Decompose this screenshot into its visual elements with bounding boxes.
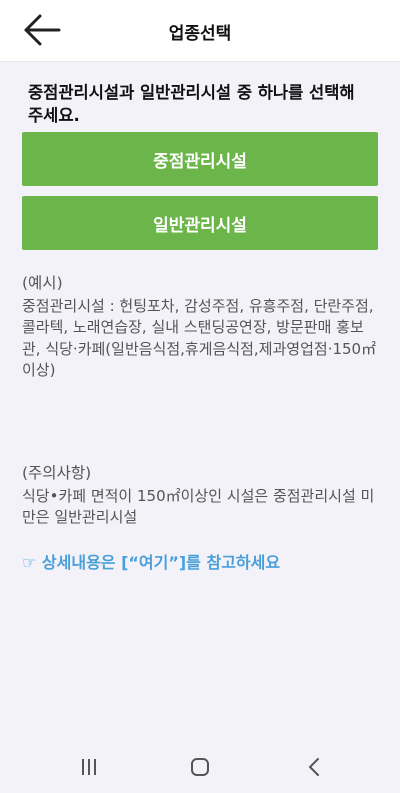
priority-facility-button[interactable]: 중점관리시설 bbox=[22, 132, 378, 186]
home-icon[interactable] bbox=[185, 756, 215, 778]
notes-body: 식당•카페 면적이 150㎡이상인 시설은 중점관리시설 미만은 일반관리시설 bbox=[22, 486, 375, 527]
examples-heading: (예시) bbox=[22, 274, 63, 292]
notes-heading: (주의사항) bbox=[22, 464, 92, 482]
general-facility-button[interactable]: 일반관리시설 bbox=[22, 196, 378, 250]
nav-back-icon[interactable] bbox=[300, 756, 330, 778]
page-title: 업종선택 bbox=[168, 24, 232, 44]
notes-section: (주의사항) 식당•카페 면적이 150㎡이상인 시설은 중점관리시설 미만은 … bbox=[22, 463, 382, 529]
examples-section: (예시) 중점관리시설 : 헌팅포차, 감성주점, 유흥주점, 단란주점, 콜라… bbox=[22, 273, 382, 382]
system-navigation-bar bbox=[0, 738, 400, 793]
instruction-text: 중점관리시설과 일반관리시설 중 하나를 선택해 주세요. bbox=[28, 83, 355, 125]
details-link[interactable]: ☞ 상세내용은 [“여기”]를 참고하세요 bbox=[22, 549, 280, 573]
recents-icon[interactable] bbox=[74, 756, 104, 778]
top-app-bar: 업종선택 bbox=[0, 0, 400, 62]
examples-body: 중점관리시설 : 헌팅포차, 감성주점, 유흥주점, 단란주점, 콜라텍, 노래… bbox=[22, 296, 377, 380]
